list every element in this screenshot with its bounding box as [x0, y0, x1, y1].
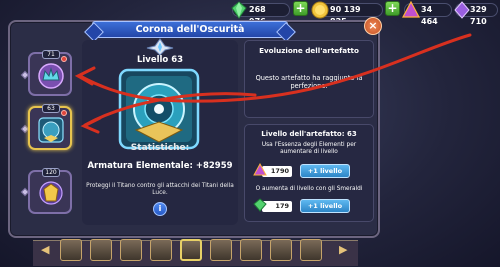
annotation-overlay [74, 33, 472, 134]
annotation-arrow [78, 33, 472, 103]
annotation-arrow [83, 92, 257, 127]
